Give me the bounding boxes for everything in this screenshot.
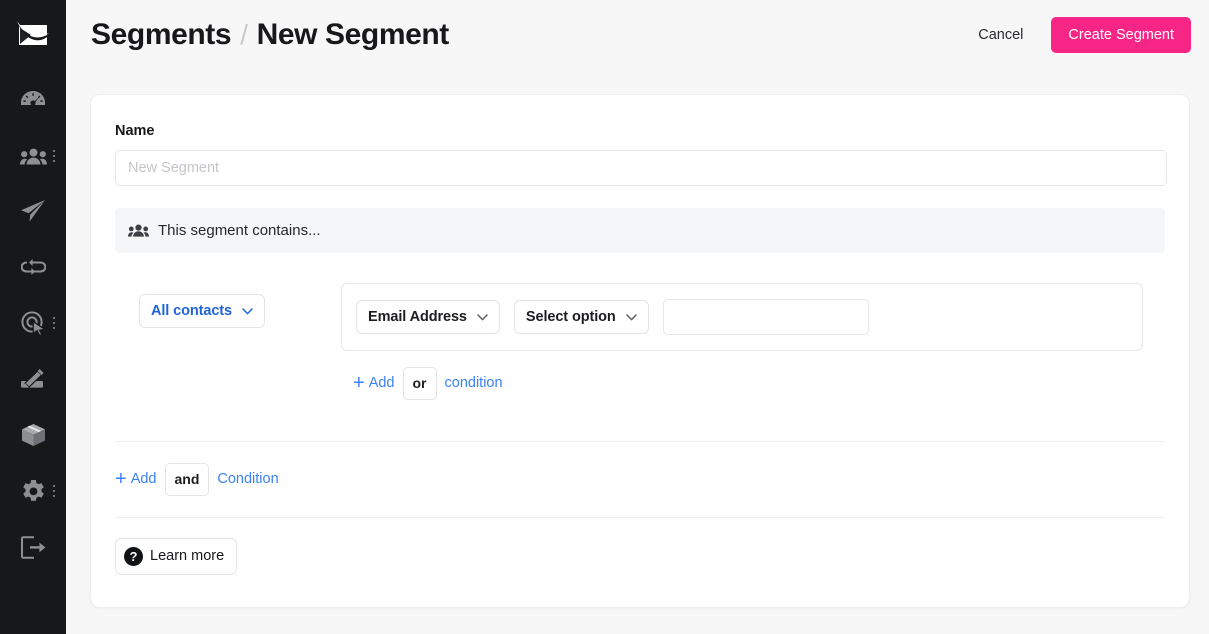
settings-gear-icon bbox=[21, 479, 46, 504]
create-segment-button[interactable]: Create Segment bbox=[1051, 16, 1191, 54]
condition-group: Email Address Select option bbox=[341, 283, 1143, 351]
sidebar-tracking-more-icon[interactable] bbox=[47, 306, 61, 340]
add-or-condition-row: + Add or condition bbox=[341, 367, 1165, 400]
question-mark-circle-icon: ? bbox=[124, 546, 143, 566]
audience-select-value: All contacts bbox=[151, 303, 232, 319]
condition-field-select[interactable]: Email Address bbox=[356, 300, 500, 334]
or-operator-toggle[interactable]: or bbox=[402, 367, 437, 400]
learn-more-button[interactable]: ? Learn more bbox=[115, 537, 238, 575]
automations-loop-icon bbox=[20, 256, 46, 278]
card-footer: ? Learn more bbox=[91, 518, 1189, 575]
page-header: Segments / New Segment Cancel Create Seg… bbox=[66, 0, 1209, 70]
chevron-down-icon bbox=[477, 313, 488, 321]
plus-icon: + bbox=[353, 372, 365, 395]
chevron-down-icon bbox=[242, 307, 253, 315]
builder-conditions-column: Email Address Select option + Add or con… bbox=[341, 283, 1165, 400]
contacts-people-icon bbox=[19, 148, 47, 165]
segment-name-input[interactable] bbox=[115, 150, 1167, 186]
name-label: Name bbox=[115, 123, 155, 139]
and-condition-link[interactable]: Condition bbox=[217, 471, 278, 487]
dashboard-gauge-icon bbox=[21, 90, 45, 110]
add-and-label: Add bbox=[130, 471, 157, 488]
segment-contains-label: This segment contains... bbox=[158, 222, 321, 239]
sidebar-item-tracking[interactable] bbox=[0, 306, 66, 340]
sidebar-item-automations[interactable] bbox=[0, 250, 66, 284]
breadcrumb: Segments / New Segment bbox=[91, 18, 449, 52]
add-or-condition-button[interactable]: + Add bbox=[353, 373, 395, 393]
sidebar-item-forms[interactable] bbox=[0, 362, 66, 396]
app-logo[interactable] bbox=[0, 20, 66, 47]
people-group-icon bbox=[128, 224, 149, 237]
sidebar-item-contacts[interactable] bbox=[0, 139, 66, 173]
add-and-condition-button[interactable]: + Add bbox=[115, 469, 157, 489]
breadcrumb-separator: / bbox=[240, 19, 248, 50]
plus-icon: + bbox=[115, 468, 127, 491]
campaigns-paper-plane-icon bbox=[20, 199, 46, 223]
or-condition-link[interactable]: condition bbox=[445, 375, 503, 391]
sidebar-item-campaigns[interactable] bbox=[0, 194, 66, 228]
sidebar-item-logout[interactable] bbox=[0, 530, 66, 564]
logout-exit-icon bbox=[20, 535, 46, 559]
segment-builder: All contacts Email Address Select option… bbox=[115, 283, 1165, 400]
condition-operator-select[interactable]: Select option bbox=[513, 300, 649, 334]
sidebar-item-products[interactable] bbox=[0, 418, 66, 452]
condition-operator-value: Select option bbox=[525, 309, 616, 325]
main-area: Segments / New Segment Cancel Create Seg… bbox=[66, 0, 1209, 634]
cancel-button[interactable]: Cancel bbox=[976, 21, 1025, 49]
segment-form-card: Name This segment contains... bbox=[90, 94, 1190, 608]
builder-audience-column: All contacts bbox=[139, 283, 341, 400]
sidebar-item-settings[interactable] bbox=[0, 474, 66, 508]
breadcrumb-root[interactable]: Segments bbox=[91, 18, 232, 52]
and-operator-toggle[interactable]: and bbox=[164, 462, 210, 496]
sidebar-settings-more-icon[interactable] bbox=[47, 474, 61, 508]
add-or-label: Add bbox=[368, 375, 395, 392]
segment-contains-bar: This segment contains... bbox=[115, 208, 1165, 253]
sidebar-item-dashboard[interactable] bbox=[0, 83, 66, 117]
forms-signature-icon bbox=[20, 368, 46, 390]
sidebar-contacts-more-icon[interactable] bbox=[47, 139, 61, 173]
page-title: New Segment bbox=[256, 18, 450, 51]
sidebar bbox=[0, 0, 66, 634]
condition-field-value: Email Address bbox=[368, 309, 467, 325]
learn-more-label: Learn more bbox=[150, 548, 225, 565]
tracking-target-click-icon bbox=[20, 311, 46, 335]
products-box-icon bbox=[21, 423, 46, 447]
add-and-condition-row: + Add and Condition bbox=[115, 462, 1165, 496]
chevron-down-icon bbox=[625, 313, 637, 321]
envelope-logo-icon bbox=[16, 20, 50, 47]
header-actions: Cancel Create Segment bbox=[976, 16, 1191, 54]
condition-value-input[interactable] bbox=[662, 299, 869, 335]
card-body: Name This segment contains... bbox=[91, 95, 1189, 400]
add-and-condition-section: + Add and Condition bbox=[91, 442, 1189, 496]
app-root: Segments / New Segment Cancel Create Seg… bbox=[0, 0, 1209, 634]
audience-select[interactable]: All contacts bbox=[139, 294, 265, 328]
